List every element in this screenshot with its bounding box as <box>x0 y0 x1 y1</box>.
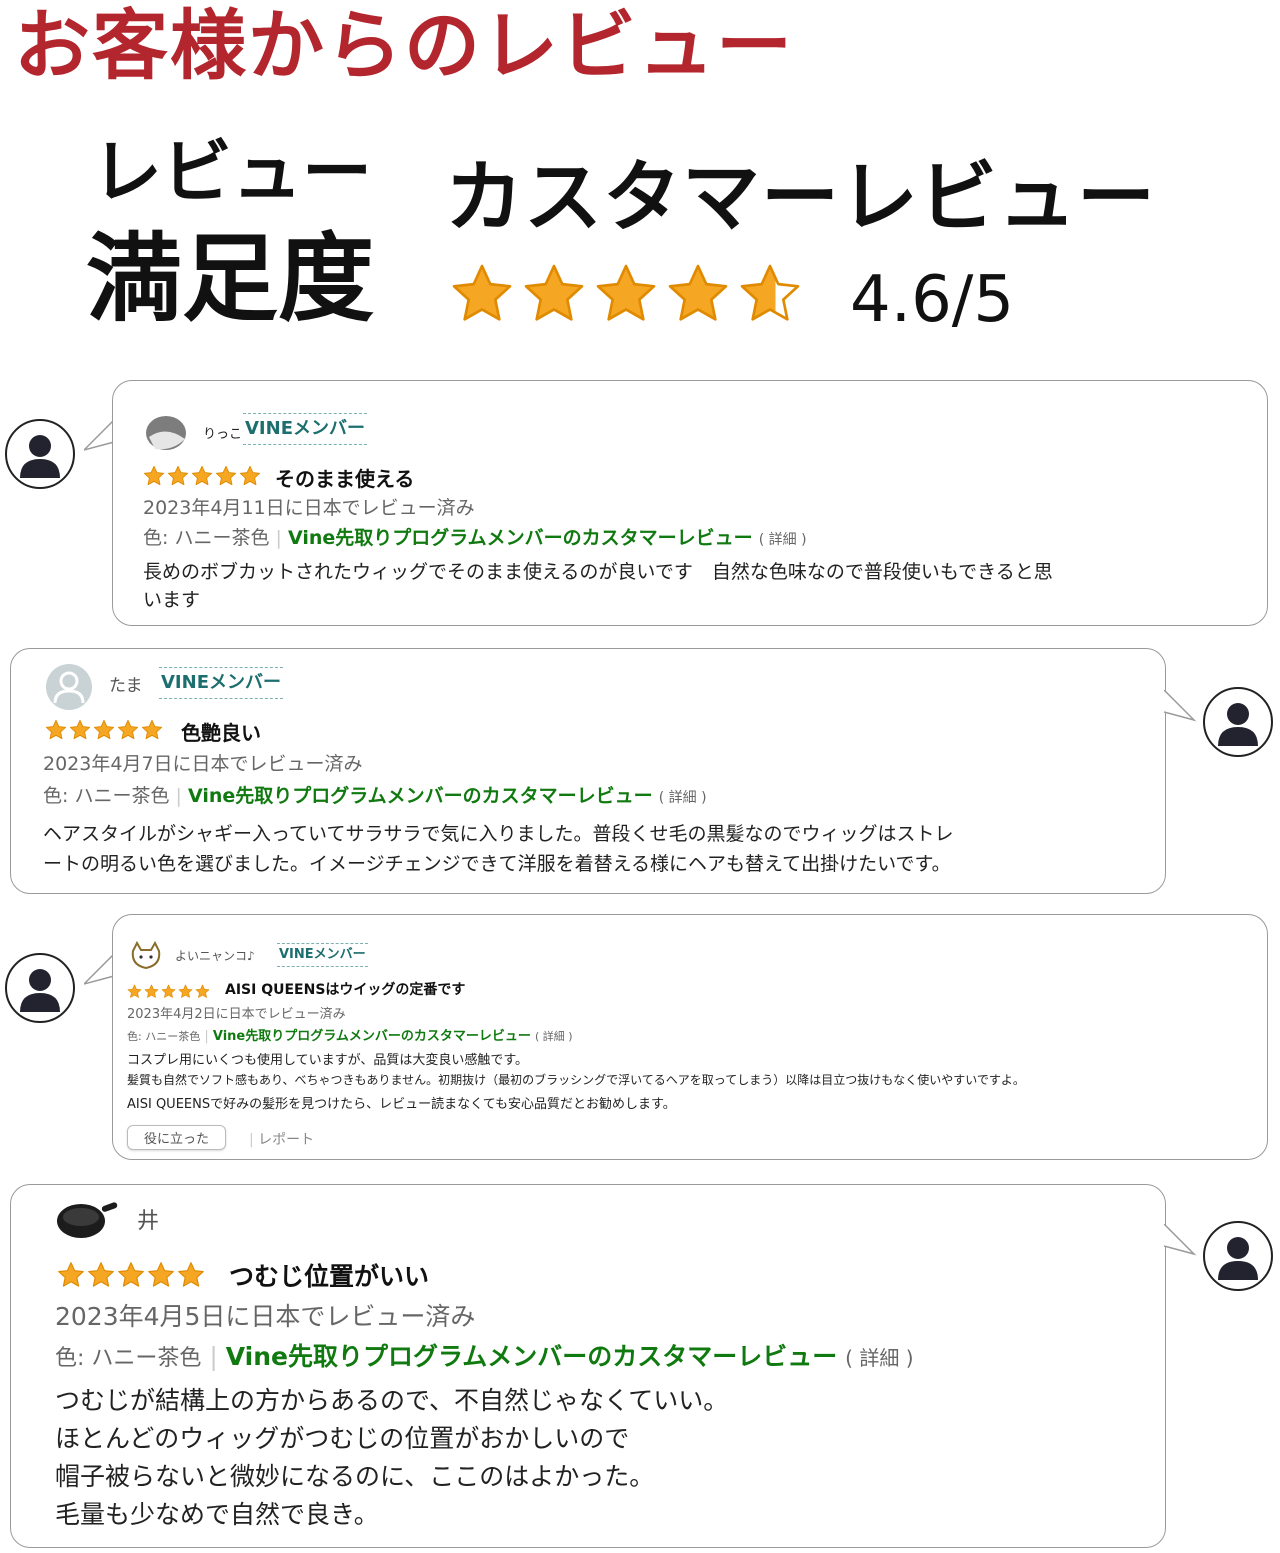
review-card: よいニャンコ♪ VINEメンバー AISI QUEENSはウイッグの定番です 2… <box>112 914 1268 1160</box>
review-title: つむじ位置がいい <box>229 1262 430 1291</box>
star-icon <box>45 719 67 740</box>
overall-rating-score: 4.6/5 <box>850 263 1015 337</box>
default-profile-icon <box>45 663 93 715</box>
review-date: 2023年4月5日に日本でレビュー済み <box>55 1302 476 1331</box>
review-body-line: つむじが結構上の方からあるので、不自然じゃなくていい。 <box>55 1386 729 1415</box>
satisfaction-label-line1: レビュー <box>92 131 372 213</box>
star-icon <box>596 264 656 321</box>
vine-program-link[interactable]: Vine先取りプログラムメンバーのカスタマーレビュー <box>213 1029 531 1044</box>
star-icon <box>88 1262 114 1287</box>
star-icon <box>452 264 512 321</box>
review-meta: 色: ハニー茶色 | Vine先取りプログラムメンバーのカスタマーレビュー ( … <box>43 781 707 808</box>
vine-program-link[interactable]: Vine先取りプログラムメンバーのカスタマーレビュー <box>188 785 653 807</box>
page-heading: お客様からのレビュー <box>14 1 794 90</box>
reviewer-avatar-icon <box>1202 686 1274 758</box>
star-icon <box>117 719 139 740</box>
reviewer-avatar-icon <box>1202 1220 1274 1292</box>
star-icon <box>740 264 800 321</box>
report-link[interactable]: | レポート <box>249 1129 314 1149</box>
review-body-line: ートの明るい色を選びました。イメージチェンジできて洋服を着替える様にヘアも替えて… <box>43 853 951 875</box>
review-body-line: コスプレ用にいくつも使用していますが、品質は大変良い感触です。 <box>127 1053 529 1068</box>
color-variant: 色: ハニー茶色 <box>43 785 170 807</box>
overall-rating-stars <box>450 262 802 326</box>
star-icon <box>58 1262 84 1287</box>
star-icon <box>141 719 163 740</box>
vine-member-badge: VINEメンバー <box>243 413 367 445</box>
reviewer-avatar-icon <box>4 418 76 490</box>
reviewer-name: 井 <box>137 1209 160 1234</box>
review-body-line: 髪質も自然でソフト感もあり、べちゃつきもありません。初期抜け（最初のブラッシング… <box>127 1073 1025 1087</box>
review-date: 2023年4月2日に日本でレビュー済み <box>127 1007 346 1022</box>
color-variant: 色: ハニー茶色 <box>127 1030 201 1043</box>
review-date: 2023年4月7日に日本でレビュー済み <box>43 753 363 775</box>
vine-member-badge: VINEメンバー <box>159 667 283 699</box>
reviewer-name: りっこ <box>203 427 243 442</box>
review-body-line: AISI QUEENSで好みの髪形を見つけたら、レビュー読まなくても安心品質だと… <box>127 1097 676 1112</box>
meta-divider: | <box>204 1029 213 1044</box>
review-body-line: ほとんどのウィッグがつむじの位置がおかしいので <box>55 1424 630 1453</box>
vine-program-link[interactable]: Vine先取りプログラムメンバーのカスタマーレビュー <box>226 1342 837 1371</box>
reviewer-name: たま <box>109 676 143 696</box>
review-title: そのまま使える <box>275 467 415 491</box>
review-body-line: 帽子被らないと微妙になるのに、ここのはよかった。 <box>55 1462 655 1491</box>
review-card: りっこ VINEメンバー そのまま使える 2023年4月11日に日本でレビュー済… <box>112 380 1268 626</box>
review-date: 2023年4月11日に日本でレビュー済み <box>143 497 475 519</box>
review-stars <box>57 1261 205 1289</box>
details-link[interactable]: ( 詳細 ) <box>659 790 707 806</box>
star-icon <box>178 984 193 998</box>
details-link[interactable]: ( 詳細 ) <box>845 1346 913 1370</box>
star-icon <box>668 264 728 321</box>
vine-program-link[interactable]: Vine先取りプログラムメンバーのカスタマーレビュー <box>288 527 753 549</box>
meta-divider: | <box>249 1132 259 1148</box>
review-body-line: います <box>143 589 201 611</box>
review-card: たま VINEメンバー 色艶良い 2023年4月7日に日本でレビュー済み 色: … <box>10 648 1166 894</box>
review-stars <box>45 719 163 741</box>
satisfaction-label-line2: 満足度 <box>86 223 374 335</box>
review-body-line: ヘアスタイルがシャギー入っていてサラサラで気に入りました。普段くせ毛の黒髪なので… <box>43 823 954 845</box>
star-icon <box>143 465 165 486</box>
star-icon <box>127 984 142 998</box>
review-meta: 色: ハニー茶色 | Vine先取りプログラムメンバーのカスタマーレビュー ( … <box>143 523 807 550</box>
star-icon <box>191 465 213 486</box>
star-icon <box>93 719 115 740</box>
star-icon <box>161 984 176 998</box>
review-body-line: 毛量も少なめで自然で良き。 <box>55 1500 379 1529</box>
report-link-label: レポート <box>258 1132 315 1148</box>
meta-divider: | <box>175 785 188 807</box>
star-icon <box>178 1262 204 1287</box>
star-icon <box>148 1262 174 1287</box>
review-body-line: 長めのボブカットされたウィッグでそのまま使えるのが良いです 自然な色味なので普段… <box>143 561 1053 583</box>
review-title: 色艶良い <box>181 721 261 745</box>
star-icon <box>195 984 210 998</box>
star-icon <box>167 465 189 486</box>
reviewer-photo-icon <box>143 409 189 459</box>
details-link[interactable]: ( 詳細 ) <box>535 1030 573 1043</box>
reviewer-avatar-icon <box>4 952 76 1024</box>
color-variant: 色: ハニー茶色 <box>143 527 270 549</box>
vine-member-badge: VINEメンバー <box>277 943 368 967</box>
customer-review-title: カスタマーレビュー <box>445 153 1157 243</box>
review-card: 井 つむじ位置がいい 2023年4月5日に日本でレビュー済み 色: ハニー茶色 … <box>10 1184 1166 1548</box>
review-title: AISI QUEENSはウイッグの定番です <box>225 982 466 998</box>
star-icon <box>118 1262 144 1287</box>
review-meta: 色: ハニー茶色 | Vine先取りプログラムメンバーのカスタマーレビュー ( … <box>55 1337 914 1373</box>
review-stars <box>127 981 210 1000</box>
helpful-button[interactable]: 役に立った <box>127 1125 227 1150</box>
star-icon <box>524 264 584 321</box>
star-icon <box>239 465 261 486</box>
star-icon <box>69 719 91 740</box>
meta-divider: | <box>209 1342 226 1371</box>
star-icon <box>144 984 159 998</box>
review-meta: 色: ハニー茶色 | Vine先取りプログラムメンバーのカスタマーレビュー ( … <box>127 1025 573 1044</box>
meta-divider: | <box>275 527 288 549</box>
star-icon <box>215 465 237 486</box>
review-stars <box>143 465 261 487</box>
frying-pan-icon <box>55 1197 119 1245</box>
reviewer-name: よいニャンコ♪ <box>175 949 255 963</box>
color-variant: 色: ハニー茶色 <box>55 1346 202 1371</box>
details-link[interactable]: ( 詳細 ) <box>759 532 807 548</box>
cat-face-icon <box>129 940 163 975</box>
